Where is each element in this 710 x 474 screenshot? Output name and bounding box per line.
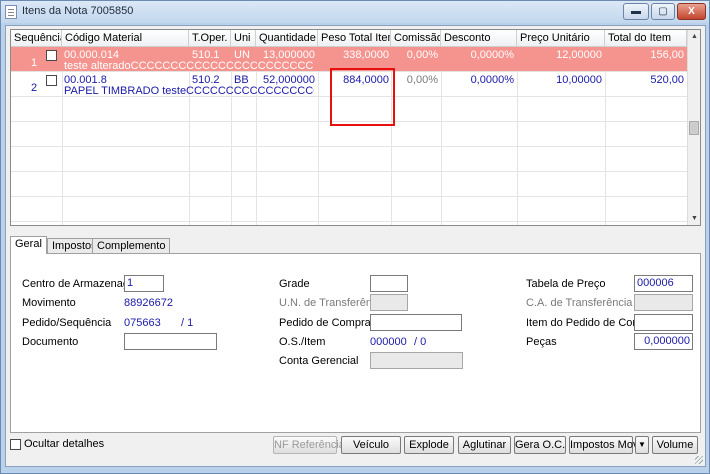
pedido-value: 075663 <box>124 317 161 329</box>
discount: 0,0000% <box>470 49 514 61</box>
tab-complemento[interactable]: Complemento <box>92 238 171 253</box>
ca-transferencia-field <box>634 294 693 311</box>
item-description: PAPEL TIMBRADO testeCCCCCCCCCCCCCCCCCCCC… <box>64 85 314 97</box>
item-total: 520,00 <box>650 74 684 86</box>
column-header-comissao[interactable]: Comissão <box>391 30 441 47</box>
column-header-codigo-material[interactable]: Código Material <box>62 30 189 47</box>
column-header-desconto[interactable]: Desconto <box>441 30 517 47</box>
dialog-body: Sequência Código Material T.Oper. Uni Qu… <box>5 25 706 467</box>
row-checkbox[interactable] <box>46 50 57 61</box>
grade-field[interactable] <box>370 275 408 292</box>
gera-oc-button[interactable]: Gera O.C. <box>514 436 566 454</box>
scroll-up-arrow-icon[interactable]: ▲ <box>688 30 700 43</box>
ocultar-detalhes-checkbox[interactable] <box>10 439 21 450</box>
row-checkbox[interactable] <box>46 75 57 86</box>
pecas-label: Peças <box>526 336 557 348</box>
pecas-field[interactable]: 0,000000 <box>634 333 693 350</box>
discount: 0,0000% <box>470 74 514 86</box>
minimize-button[interactable]: ▬ <box>623 3 649 20</box>
column-header-uni[interactable]: Uni <box>231 30 256 47</box>
movimento-label: Movimento <box>22 297 76 309</box>
aglutinar-button[interactable]: Aglutinar <box>458 436 511 454</box>
scroll-down-arrow-icon[interactable]: ▼ <box>688 212 700 225</box>
sequencia-value: / 1 <box>181 317 194 329</box>
empty-row <box>11 197 687 222</box>
general-panel: Centro de Armazenagem 1 Movimento 889266… <box>10 253 701 433</box>
column-header-toper[interactable]: T.Oper. <box>189 30 231 47</box>
title-bar[interactable]: Itens da Nota 7005850 ▬ ▢ X <box>1 1 709 23</box>
column-header-sequencia[interactable]: Sequência <box>11 30 62 47</box>
item-pedido-compra-field[interactable] <box>634 314 693 331</box>
item-value: / 0 <box>414 336 427 348</box>
row-sequence: 1 <box>31 57 38 69</box>
column-header-peso-total-item[interactable]: Peso Total Item <box>318 30 391 47</box>
conta-gerencial-label: Conta Gerencial <box>279 355 359 367</box>
grade-label: Grade <box>279 278 310 290</box>
os-value: 000000 <box>370 336 407 348</box>
unit-price: 12,00000 <box>556 49 602 61</box>
tabela-preco-label: Tabela de Preço <box>526 278 606 290</box>
item-description: teste alteradoCCCCCCCCCCCCCCCCCCCCCCCCCC… <box>64 60 314 72</box>
impostos-movto-button[interactable]: Impostos Movto <box>569 436 648 454</box>
window-title: Itens da Nota 7005850 <box>22 5 134 17</box>
chevron-down-icon[interactable]: ▼ <box>635 436 649 454</box>
documento-label: Documento <box>22 336 79 348</box>
volume-button[interactable]: Volume <box>652 436 698 454</box>
pedido-compra-field[interactable] <box>370 314 462 331</box>
un-transferencia-field <box>370 294 408 311</box>
column-header-quantidade[interactable]: Quantidade <box>256 30 318 47</box>
column-header-preco-unitario[interactable]: Preço Unitário <box>517 30 605 47</box>
documento-field[interactable] <box>124 333 217 350</box>
item-total: 156,00 <box>650 49 684 61</box>
window: Itens da Nota 7005850 ▬ ▢ X Sequência Có… <box>0 0 710 474</box>
grid-header: Sequência Código Material T.Oper. Uni Qu… <box>11 30 687 47</box>
empty-row <box>11 147 687 172</box>
movimento-value: 88926672 <box>124 297 173 309</box>
nf-referencia-button[interactable]: NF Referência <box>273 436 345 454</box>
commission: 0,00% <box>406 49 438 61</box>
tabela-preco-field[interactable]: 000006 <box>634 275 693 292</box>
conta-gerencial-field <box>370 352 463 369</box>
grid-scrollbar[interactable]: ▲ ▼ <box>687 30 700 225</box>
ocultar-detalhes-label: Ocultar detalhes <box>24 438 105 450</box>
resize-grip-icon[interactable] <box>695 456 703 464</box>
document-icon <box>5 5 17 19</box>
maximize-button[interactable]: ▢ <box>651 3 675 20</box>
total-weight: 338,0000 <box>343 49 389 61</box>
empty-row <box>11 172 687 197</box>
close-button[interactable]: X <box>677 3 706 20</box>
pedido-compra-label: Pedido de Compra <box>279 317 371 329</box>
row-sequence: 2 <box>31 82 38 94</box>
column-header-total-item[interactable]: Total do Item <box>605 30 687 47</box>
ca-transferencia-label: C.A. de Transferência <box>526 297 633 309</box>
pedido-sequencia-label: Pedido/Sequência <box>22 317 112 329</box>
tab-geral[interactable]: Geral <box>10 236 47 254</box>
items-grid[interactable]: Sequência Código Material T.Oper. Uni Qu… <box>10 29 701 226</box>
highlight-box <box>330 68 395 126</box>
centro-armazenagem-field[interactable]: 1 <box>124 275 164 292</box>
scroll-thumb[interactable] <box>689 121 699 135</box>
explode-button[interactable]: Explode <box>404 436 454 454</box>
os-item-label: O.S./Item <box>279 336 326 348</box>
unit-price: 10,00000 <box>556 74 602 86</box>
commission: 0,00% <box>406 74 438 86</box>
veiculo-button[interactable]: Veículo <box>341 436 401 454</box>
